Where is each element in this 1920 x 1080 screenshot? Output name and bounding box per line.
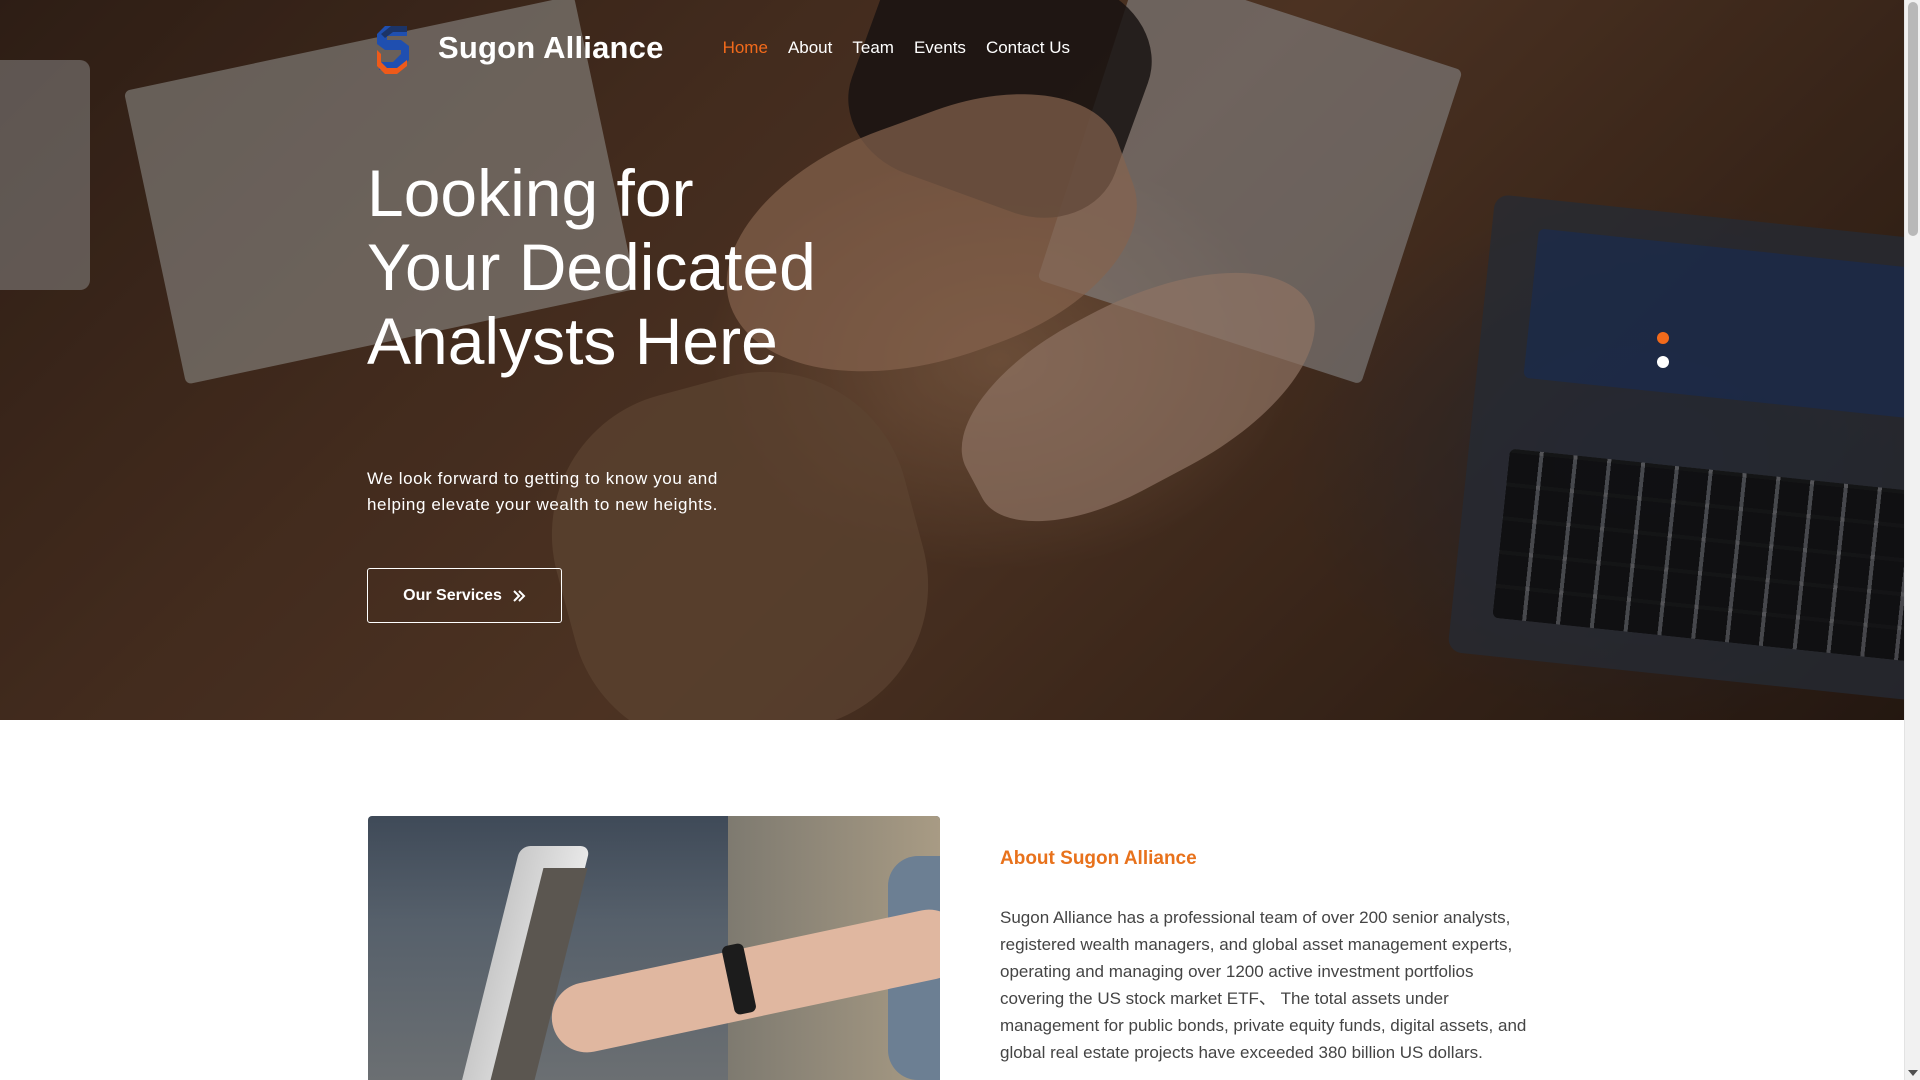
double-chevron-right-icon xyxy=(513,589,526,602)
hero-banner xyxy=(0,0,1904,720)
nav-events[interactable]: Events xyxy=(914,38,966,58)
brand-name[interactable]: Sugon Alliance xyxy=(438,30,664,66)
slide-dot-1[interactable] xyxy=(1657,332,1669,344)
hero-overlay xyxy=(0,0,1904,720)
our-services-label: Our Services xyxy=(403,586,502,604)
our-services-button[interactable]: Our Services xyxy=(367,568,562,623)
main-menu: Home About Team Events Contact Us xyxy=(723,38,1070,58)
nav-home[interactable]: Home xyxy=(723,38,768,58)
sugon-s-logo-icon[interactable] xyxy=(367,20,419,76)
scrollbar-thumb[interactable] xyxy=(1908,2,1918,236)
about-heading: About Sugon Alliance xyxy=(1000,848,1197,869)
about-description: Sugon Alliance has a professional team o… xyxy=(1000,908,1527,1062)
slide-dot-2[interactable] xyxy=(1657,356,1669,368)
slider-pagination xyxy=(1657,332,1669,368)
nav-contact-us[interactable]: Contact Us xyxy=(986,38,1070,58)
nav-about[interactable]: About xyxy=(788,38,832,58)
top-navbar: Sugon Alliance Home About Team Events Co… xyxy=(367,20,1070,76)
hero-subtitle: We look forward to getting to know you a… xyxy=(367,469,718,514)
hero-title: Looking for Your Dedicated Analysts Here xyxy=(367,156,816,378)
scroll-down-arrow-icon[interactable] xyxy=(1908,1070,1918,1076)
about-image xyxy=(368,816,940,1080)
page-scrollbar[interactable] xyxy=(1904,0,1920,1080)
nav-team[interactable]: Team xyxy=(852,38,894,58)
